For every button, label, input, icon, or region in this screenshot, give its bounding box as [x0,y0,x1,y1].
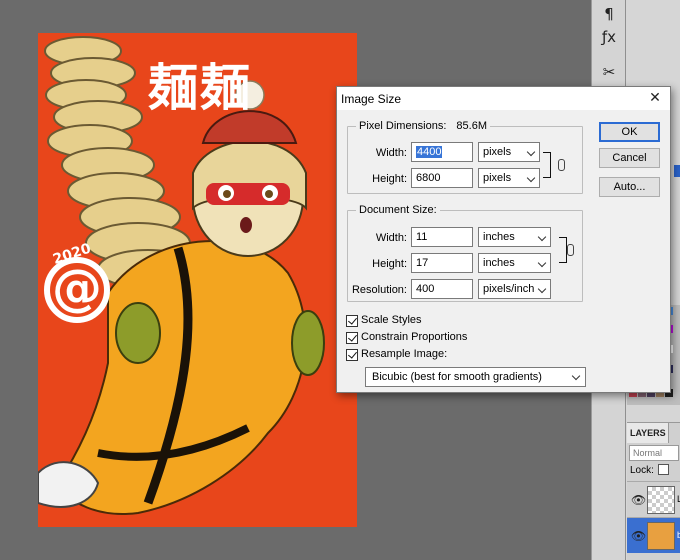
cancel-button[interactable]: Cancel [599,148,660,168]
image-size-dialog: Image Size ✕ Pixel Dimensions: 85.6M Widt… [336,86,671,393]
paragraph-icon[interactable]: ¶ [597,2,621,26]
document-canvas[interactable]: 麺麺 2020 @ [38,33,357,527]
auto-button[interactable]: Auto... [599,177,660,197]
resolution-unit-select[interactable]: pixels/inch [478,279,551,299]
doc-height-input[interactable]: 17 [411,253,473,273]
artwork-title-text: 麺麺 [148,59,252,117]
document-size-label: Document Size: [356,204,440,216]
layer-thumbnail [647,522,675,550]
resolution-input[interactable]: 400 [411,279,473,299]
resample-image-option[interactable]: Resample Image: [346,348,546,362]
artwork-logo: @ [44,257,110,323]
constrain-proportions-label: Constrain Proportions [361,331,468,343]
visibility-eye-icon[interactable]: 👁 [631,529,646,543]
scale-styles-option[interactable]: Scale Styles [346,314,546,328]
doc-height-unit-select[interactable]: inches [478,253,551,273]
wrench-icon[interactable]: ✂ [597,60,621,84]
pixel-height-unit-select[interactable]: pixels [478,168,540,188]
resample-method-select[interactable]: Bicubic (best for smooth gradients) [365,367,586,387]
doc-width-label: Width: [375,232,407,244]
layer-row[interactable]: 👁 L [627,481,680,517]
lock-transparency-icon[interactable] [658,464,669,475]
doc-width-input[interactable]: 11 [411,227,473,247]
layer-row[interactable]: 👁 b [627,517,680,553]
fx-icon[interactable]: ƒx [597,25,621,49]
pixel-height-label: Height: [372,173,407,185]
scale-styles-checkbox[interactable] [346,315,358,327]
doc-width-unit-select[interactable]: inches [478,227,551,247]
doc-height-label: Height: [372,258,407,270]
chain-link-icon [558,159,565,171]
resample-image-checkbox[interactable] [346,349,358,361]
pixel-link-bracket [543,152,551,178]
document-link-bracket [559,237,567,263]
resample-image-label: Resample Image: [361,348,448,360]
layer-thumbnail [647,486,675,514]
constrain-proportions-option[interactable]: Constrain Proportions [346,331,546,345]
resolution-label: Resolution: [351,284,407,296]
pixel-dimensions-value: 85.6M [456,120,487,132]
pixel-dimensions-label: Pixel Dimensions: 85.6M [356,120,490,132]
panel-tab-accent [674,165,680,177]
pixel-height-input[interactable]: 6800 [411,168,473,188]
lock-label: Lock: [630,465,654,476]
tab-layers[interactable]: LAYERS [627,423,669,443]
pixel-width-input[interactable]: 4400 [411,142,473,162]
dialog-title-bar[interactable]: Image Size ✕ [337,87,670,110]
pixel-width-label: Width: [375,147,407,159]
visibility-eye-icon[interactable]: 👁 [631,493,646,507]
constrain-proportions-checkbox[interactable] [346,332,358,344]
layers-panel: LAYERS Normal Lock: 👁 L 👁 b [627,422,680,560]
dialog-title: Image Size [341,92,402,106]
chain-link-icon [567,244,574,256]
blend-mode-select[interactable]: Normal [629,445,679,461]
close-icon[interactable]: ✕ [646,89,664,107]
ok-button[interactable]: OK [599,122,660,142]
pixel-width-unit-select[interactable]: pixels [478,142,540,162]
scale-styles-label: Scale Styles [361,314,422,326]
